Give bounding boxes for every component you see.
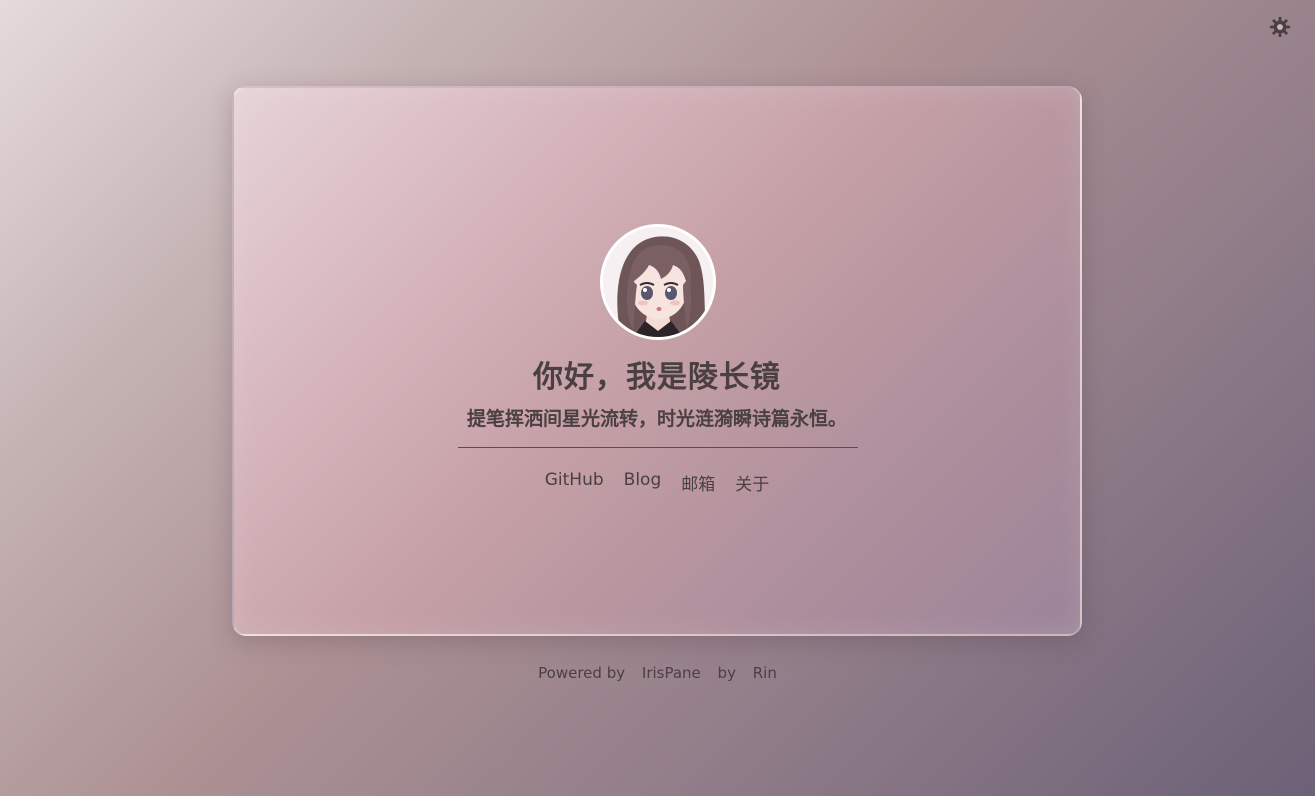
about-link[interactable]: 关于 [735,470,769,495]
anime-girl-avatar-icon [603,227,713,337]
footer-by: by [717,664,736,682]
footer-project-link[interactable]: IrisPane [642,664,701,682]
github-link[interactable]: GitHub [545,470,604,495]
footer-author-link[interactable]: Rin [753,664,777,682]
profile-card: 你好，我是陵长镜 提笔挥洒间星光流转，时光涟漪瞬诗篇永恒。 GitHub Blo… [232,86,1082,636]
blog-link[interactable]: Blog [624,470,662,495]
footer: Powered by IrisPane by Rin [0,664,1315,682]
footer-powered-by: Powered by [538,664,626,682]
gear-icon [1269,16,1291,42]
divider [458,447,858,448]
email-link[interactable]: 邮箱 [681,470,715,495]
avatar [600,224,716,340]
link-bar: GitHub Blog 邮箱 关于 [234,470,1080,495]
page-subtitle: 提笔挥洒间星光流转，时光涟漪瞬诗篇永恒。 [466,408,847,430]
page-title: 你好，我是陵长镜 [533,360,781,395]
theme-toggle-button[interactable] [1267,16,1293,42]
